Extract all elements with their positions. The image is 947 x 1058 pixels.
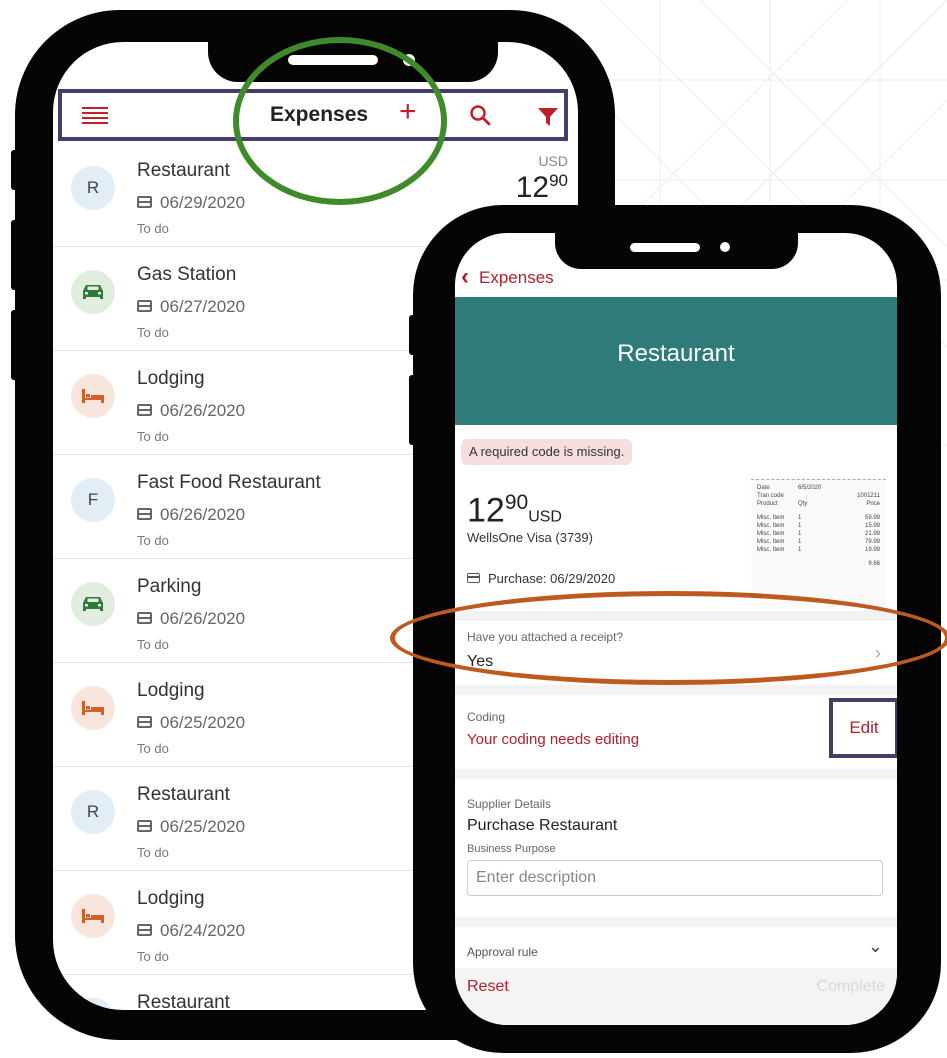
- business-purpose-input[interactable]: [467, 860, 883, 896]
- item-amount: 1290: [515, 171, 568, 204]
- action-bar: Reset Complete: [455, 968, 897, 1025]
- chevron-down-icon[interactable]: ⌄: [868, 936, 883, 957]
- edit-button[interactable]: Edit: [829, 698, 897, 758]
- purchase-date: Purchase: 06/29/2020: [467, 571, 615, 586]
- highlight-circle: [233, 37, 447, 205]
- item-status: To do: [137, 221, 169, 236]
- calendar-icon: [137, 924, 152, 936]
- receipt-thumbnail[interactable]: Date 6/5/2020 Tran code 1001211 Product Qty…: [751, 479, 886, 607]
- item-date: 06/25/2020: [137, 713, 245, 733]
- item-title: Lodging: [137, 888, 205, 909]
- avatar: R: [71, 998, 115, 1010]
- avatar: R: [71, 166, 115, 210]
- item-date: 06/29/2020: [137, 193, 245, 213]
- item-status: To do: [137, 533, 169, 548]
- hamburger-icon[interactable]: [82, 107, 108, 125]
- complete-button[interactable]: Complete: [817, 978, 885, 996]
- item-currency: USD: [538, 153, 568, 169]
- side-button: [409, 375, 417, 445]
- item-title: Restaurant: [137, 992, 230, 1010]
- warning-badge: A required code is missing.: [461, 439, 633, 465]
- item-date: 06/24/2020: [137, 921, 245, 941]
- search-icon[interactable]: [468, 103, 492, 127]
- item-date: 06/26/2020: [137, 401, 245, 421]
- supplier-value: Purchase Restaurant: [467, 817, 618, 834]
- notch: [555, 233, 798, 269]
- coding-message: Your coding needs editing: [467, 731, 640, 748]
- side-button: [11, 310, 19, 380]
- filter-icon[interactable]: [536, 105, 560, 129]
- item-date: 06/27/2020: [137, 297, 245, 317]
- calendar-icon: [137, 404, 152, 416]
- side-button: [11, 150, 19, 190]
- chevron-left-icon[interactable]: ‹: [461, 263, 469, 291]
- divider: [455, 685, 897, 695]
- item-status: To do: [137, 325, 169, 340]
- item-status: To do: [137, 741, 169, 756]
- item-date: 06/26/2020: [137, 505, 245, 525]
- divider: [455, 917, 897, 927]
- calendar-icon: [137, 716, 152, 728]
- item-date: 06/25/2020: [137, 817, 245, 837]
- speaker: [630, 243, 700, 252]
- item-title: Restaurant: [137, 160, 230, 181]
- item-title: Gas Station: [137, 264, 237, 285]
- calendar-icon: [137, 508, 152, 520]
- item-status: To do: [137, 429, 169, 444]
- bed-icon: [71, 686, 115, 730]
- coding-label: Coding: [467, 710, 506, 724]
- highlight-ellipse: [390, 591, 947, 685]
- back-button[interactable]: Expenses: [479, 268, 554, 288]
- side-button: [11, 220, 19, 290]
- bed-icon: [71, 374, 115, 418]
- detail-title: Restaurant: [617, 340, 735, 367]
- item-title: Restaurant: [137, 784, 230, 805]
- approval-rule-label[interactable]: Approval rule: [467, 945, 538, 959]
- item-title: Lodging: [137, 368, 205, 389]
- calendar-icon: [137, 300, 152, 312]
- bed-icon: [71, 894, 115, 938]
- title-banner: Restaurant: [455, 297, 897, 425]
- calendar-icon: [467, 573, 480, 583]
- card-name: WellsOne Visa (3739): [467, 530, 593, 545]
- supplier-label: Supplier Details: [467, 797, 552, 811]
- calendar-icon: [137, 612, 152, 624]
- camera: [720, 242, 730, 252]
- expense-amount: 1290USD: [467, 491, 562, 530]
- business-purpose-label: Business Purpose: [467, 843, 556, 855]
- calendar-icon: [137, 820, 152, 832]
- item-date: 06/26/2020: [137, 609, 245, 629]
- car-icon: [71, 270, 115, 314]
- avatar: F: [71, 478, 115, 522]
- reset-button[interactable]: Reset: [467, 978, 509, 996]
- calendar-icon: [137, 196, 152, 208]
- divider: [455, 769, 897, 779]
- item-status: To do: [137, 637, 169, 652]
- item-title: Lodging: [137, 680, 205, 701]
- avatar: R: [71, 790, 115, 834]
- item-status: To do: [137, 949, 169, 964]
- item-status: To do: [137, 845, 169, 860]
- side-button: [409, 315, 417, 355]
- item-title: Fast Food Restaurant: [137, 472, 321, 493]
- item-title: Parking: [137, 576, 202, 597]
- car-icon: [71, 582, 115, 626]
